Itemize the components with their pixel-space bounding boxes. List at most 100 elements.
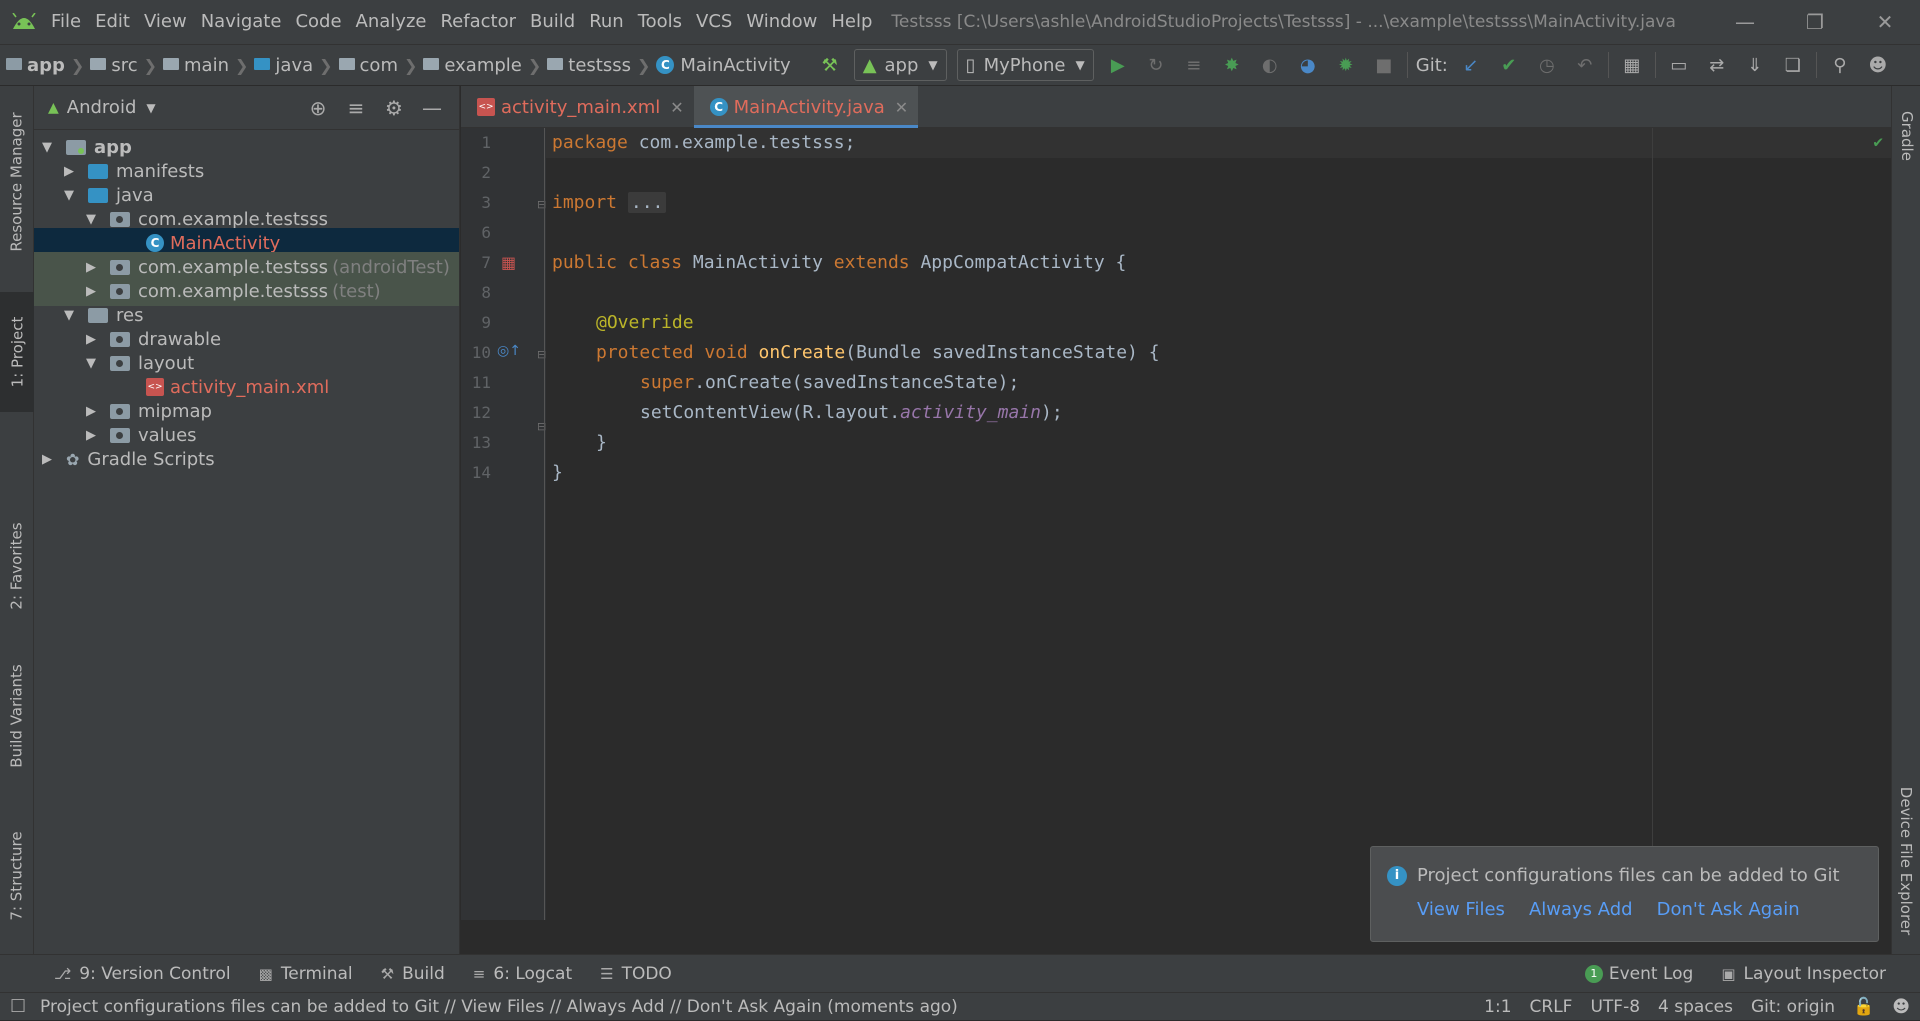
avd-manager-icon[interactable]: ▭ (1660, 44, 1698, 86)
lock-icon[interactable]: 🔓 (1853, 997, 1874, 1017)
git-history-icon[interactable]: ◷ (1528, 44, 1566, 86)
git-branch[interactable]: Git: origin (1751, 997, 1835, 1017)
menu-help[interactable]: Help (824, 0, 879, 44)
git-commit-icon[interactable]: ✔ (1490, 44, 1528, 86)
project-view-select[interactable]: Android (67, 97, 137, 118)
line-separator[interactable]: CRLF (1530, 997, 1573, 1017)
tool-todo[interactable]: ☰ TODO (586, 964, 686, 984)
device-select[interactable]: ▯ MyPhone ▼ (956, 49, 1094, 81)
tab-mainactivity-java[interactable]: C MainActivity.java ✕ (693, 86, 919, 128)
tab-structure[interactable]: 7: Structure (0, 816, 34, 936)
chevron-down-icon[interactable]: ▼ (146, 101, 155, 115)
run-icon[interactable]: ▶ (1099, 44, 1137, 86)
menu-file[interactable]: File (44, 0, 88, 44)
tool-build[interactable]: ⚒ Build (367, 964, 459, 984)
always-add-link[interactable]: Always Add (1529, 899, 1633, 920)
caret-position[interactable]: 1:1 (1484, 997, 1511, 1017)
menu-analyze[interactable]: Analyze (349, 0, 434, 44)
expand-arrow-icon[interactable]: ▼ (40, 140, 54, 155)
breadcrumb-app[interactable]: app ❯ (6, 44, 90, 86)
locate-file-icon[interactable]: ⊕ (299, 96, 337, 120)
menu-navigate[interactable]: Navigate (194, 0, 289, 44)
expand-arrow-icon[interactable]: ▶ (84, 404, 98, 419)
expand-arrow-icon[interactable]: ▼ (62, 188, 76, 203)
expand-arrow-icon[interactable]: ▶ (62, 164, 76, 179)
menu-edit[interactable]: Edit (88, 0, 137, 44)
debug-icon[interactable]: ✸ (1213, 44, 1251, 86)
expand-arrow-icon[interactable]: ▶ (84, 284, 98, 299)
assistant-icon[interactable]: ☻ (1859, 44, 1897, 86)
tool-event-log[interactable]: 1 Event Log (1571, 964, 1707, 984)
menu-build[interactable]: Build (523, 0, 582, 44)
tab-device-file-explorer[interactable]: Device File Explorer (1892, 766, 1920, 956)
expand-arrow-icon[interactable]: ▼ (84, 356, 98, 371)
file-encoding[interactable]: UTF-8 (1590, 997, 1640, 1017)
gear-icon[interactable]: ⚙ (375, 96, 413, 120)
memory-indicator-icon[interactable]: ☻ (1892, 997, 1910, 1017)
tab-build-variants[interactable]: Build Variants (0, 646, 34, 786)
hide-panel-icon[interactable]: — (413, 96, 451, 120)
sdk-manager-icon[interactable]: ⇓ (1736, 44, 1774, 86)
no-problems-check-icon[interactable]: ✔ (1873, 132, 1883, 151)
tool-version-control[interactable]: ⎇ 9: Version Control (40, 964, 245, 984)
tab-favorites[interactable]: 2: Favorites (0, 506, 34, 626)
breadcrumb-testsss[interactable]: testsss ❯ (547, 44, 656, 86)
indent-setting[interactable]: 4 spaces (1658, 997, 1733, 1017)
search-icon[interactable]: ⚲ (1821, 44, 1859, 86)
menu-window[interactable]: Window (739, 0, 824, 44)
breadcrumb-main[interactable]: main ❯ (163, 44, 254, 86)
tab-resource-manager[interactable]: Resource Manager (0, 92, 34, 272)
tool-layout-inspector[interactable]: ▣ Layout Inspector (1707, 964, 1900, 984)
attach-debugger-icon[interactable]: ✹ (1327, 44, 1365, 86)
apply-changes-icon[interactable]: ↻ (1137, 44, 1175, 86)
breadcrumb-example[interactable]: example ❯ (423, 44, 547, 86)
code-editor[interactable]: package com.example.testsss; import ... … (546, 128, 1891, 920)
dont-ask-again-link[interactable]: Don't Ask Again (1657, 899, 1800, 920)
module-icon[interactable]: ❏ (1774, 44, 1812, 86)
override-method-icon[interactable]: ◎↑ (497, 343, 521, 359)
expand-arrow-icon[interactable]: ▶ (84, 260, 98, 275)
view-files-link[interactable]: View Files (1417, 899, 1505, 920)
close-tab-icon[interactable]: ✕ (670, 98, 683, 117)
minimize-button[interactable]: — (1710, 0, 1780, 44)
expand-arrow-icon[interactable]: ▶ (84, 332, 98, 347)
sync-gradle-icon[interactable]: ⇄ (1698, 44, 1736, 86)
close-tab-icon[interactable]: ✕ (895, 98, 908, 117)
run-config-select[interactable]: ▲ app ▼ (853, 49, 947, 81)
breadcrumb-mainactivity[interactable]: C MainActivity (656, 44, 791, 86)
menu-tools[interactable]: Tools (631, 0, 689, 44)
git-rollback-icon[interactable]: ↶ (1566, 44, 1604, 86)
menu-vcs[interactable]: VCS (689, 0, 739, 44)
project-structure-icon[interactable]: ▦ (1613, 44, 1651, 86)
menu-code[interactable]: Code (288, 0, 348, 44)
status-message[interactable]: Project configurations files can be adde… (40, 997, 958, 1017)
close-window-button[interactable]: ✕ (1850, 0, 1920, 44)
tree-item-gradle-scripts[interactable]: ▶ ✿ Gradle Scripts (34, 444, 459, 474)
collapse-all-icon[interactable]: ≡ (337, 96, 375, 120)
breadcrumb-src[interactable]: src ❯ (90, 44, 163, 86)
git-update-icon[interactable]: ↙ (1452, 44, 1490, 86)
stop-icon[interactable]: ■ (1365, 44, 1403, 86)
restore-button[interactable]: ❐ (1780, 0, 1850, 44)
toggle-tool-windows-icon[interactable]: □ (10, 995, 26, 1015)
coverage-icon[interactable]: ◐ (1251, 44, 1289, 86)
tool-terminal[interactable]: ▩ Terminal (245, 964, 367, 984)
related-layout-icon[interactable]: ▦ (501, 253, 516, 272)
menu-refactor[interactable]: Refactor (433, 0, 523, 44)
tab-project[interactable]: 1: Project (0, 292, 34, 412)
expand-arrow-icon[interactable]: ▶ (84, 428, 98, 443)
folded-imports[interactable]: ... (627, 192, 667, 213)
tab-gradle[interactable]: Gradle (1892, 96, 1920, 176)
tool-logcat[interactable]: ≡ 6: Logcat (459, 964, 586, 984)
breadcrumb-com[interactable]: com ❯ (338, 44, 424, 86)
apply-code-changes-icon[interactable]: ≡ (1175, 44, 1213, 86)
menu-view[interactable]: View (137, 0, 194, 44)
menu-run[interactable]: Run (582, 0, 631, 44)
expand-arrow-icon[interactable]: ▶ (40, 452, 54, 467)
tab-activity-main-xml[interactable]: <> activity_main.xml ✕ (461, 86, 694, 128)
profile-icon[interactable]: ◕ (1289, 44, 1327, 86)
breadcrumb-java[interactable]: java ❯ (254, 44, 338, 86)
expand-arrow-icon[interactable]: ▼ (84, 212, 98, 227)
expand-arrow-icon[interactable]: ▼ (62, 308, 76, 323)
make-project-hammer-icon[interactable]: ⚒ (811, 44, 849, 86)
